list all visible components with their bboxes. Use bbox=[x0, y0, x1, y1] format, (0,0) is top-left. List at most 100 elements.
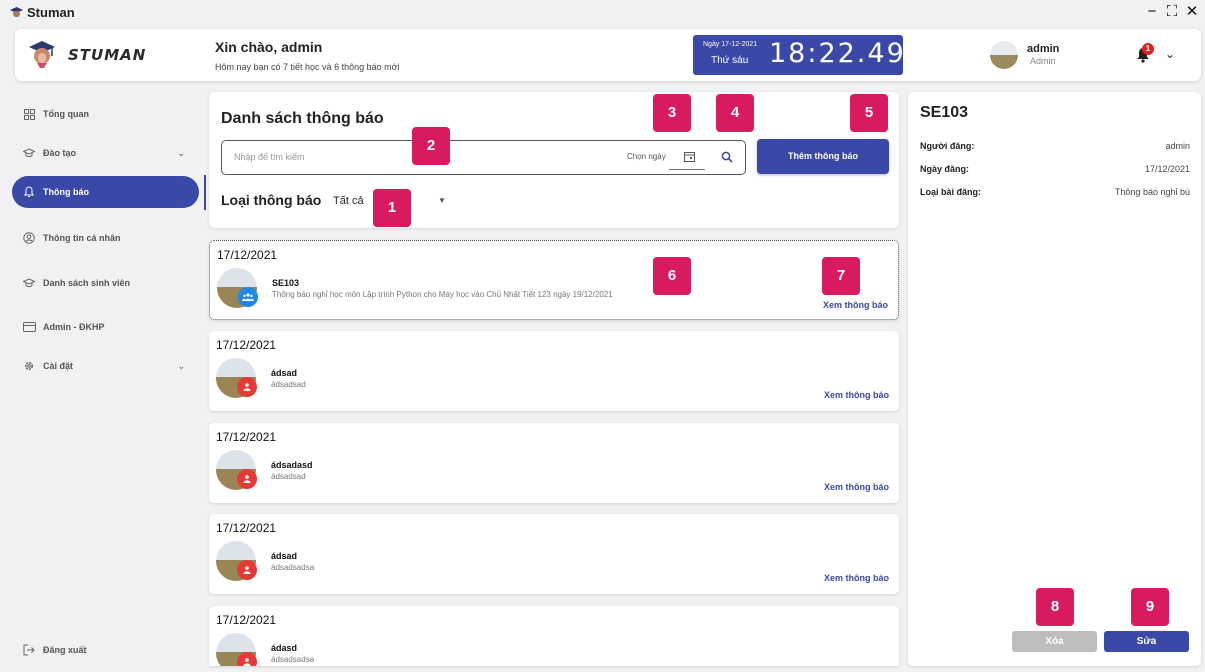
detail-title: SE103 bbox=[920, 104, 969, 121]
person-icon bbox=[237, 469, 257, 489]
user-name[interactable]: admin bbox=[1027, 43, 1059, 55]
sidebar-item-label: Admin - ĐKHP bbox=[43, 322, 105, 332]
card-title: ádsad bbox=[271, 368, 298, 378]
notification-list-header: Danh sách thông báo Nhập để tìm kiếm Chọ… bbox=[209, 92, 899, 228]
card-title: SE103 bbox=[272, 278, 300, 288]
edit-button[interactable]: Sửa bbox=[1104, 631, 1189, 652]
add-notification-button[interactable]: Thêm thông báo bbox=[757, 139, 889, 174]
sidebar-item-admin-dkhp[interactable]: Admin - ĐKHP bbox=[12, 311, 199, 343]
card-title: ádsadasd bbox=[271, 460, 313, 470]
sidebar-item-training[interactable]: Đào tạo ⌄ bbox=[12, 137, 199, 169]
sidebar-item-label: Đào tạo bbox=[43, 148, 77, 158]
app-header: STUMAN Xin chào, admin Hôm nay bạn có 7 … bbox=[15, 29, 1201, 81]
gear-icon bbox=[21, 360, 37, 372]
marker-8: 8 bbox=[1036, 588, 1074, 626]
card-description: Thông báo nghỉ học môn Lập trình Python … bbox=[272, 290, 613, 299]
marker-3: 3 bbox=[653, 94, 691, 132]
view-notification-link[interactable]: Xem thông báo bbox=[823, 300, 888, 310]
detail-key: Người đăng: bbox=[920, 141, 975, 151]
card-date: 17/12/2021 bbox=[217, 248, 278, 262]
greeting-subtext: Hôm nay bạn có 7 tiết học và 6 thông báo… bbox=[215, 62, 400, 72]
clock-time: 18:22.49 bbox=[769, 38, 906, 69]
notification-card[interactable]: 17/12/2021 ádsad ádsadsadsa Xem thông bá… bbox=[209, 514, 899, 594]
date-picker-underline bbox=[669, 169, 705, 170]
minimize-icon[interactable]: − bbox=[1145, 2, 1159, 22]
sidebar-item-label: Tổng quan bbox=[43, 109, 89, 119]
notification-badge: 1 bbox=[1142, 43, 1154, 55]
search-icon[interactable] bbox=[721, 151, 734, 164]
page-title: Danh sách thông báo bbox=[221, 110, 384, 127]
card-date: 17/12/2021 bbox=[216, 430, 277, 444]
card-icon bbox=[21, 322, 37, 332]
grid-icon bbox=[21, 108, 37, 120]
sidebar-item-overview[interactable]: Tổng quan bbox=[12, 98, 199, 130]
sidebar-item-profile[interactable]: Thông tin cá nhân bbox=[12, 222, 199, 254]
type-filter-select[interactable]: Tất cả bbox=[333, 195, 364, 207]
clock-widget: Ngày 17-12-2021 Thứ sáu 18:22.49 bbox=[693, 35, 906, 75]
detail-value: Thông báo nghỉ bù bbox=[1114, 187, 1190, 197]
card-title: ádsad bbox=[271, 551, 298, 561]
marker-1: 1 bbox=[373, 189, 411, 227]
sidebar-item-label: Danh sách sinh viên bbox=[43, 278, 131, 288]
card-description: ádsadsad bbox=[271, 380, 306, 389]
marker-9: 9 bbox=[1131, 588, 1169, 626]
notification-detail-panel: SE103 Người đăng: admin Ngày đăng: 17/12… bbox=[908, 92, 1201, 666]
app-icon bbox=[9, 6, 23, 20]
view-notification-link[interactable]: Xem thông báo bbox=[824, 573, 889, 583]
maximize-icon[interactable]: ⛶ bbox=[1165, 2, 1179, 22]
logout-icon bbox=[21, 644, 37, 656]
sidebar-item-students[interactable]: Danh sách sinh viên bbox=[12, 267, 199, 299]
detail-row-date: Ngày đăng: 17/12/2021 bbox=[920, 164, 1190, 174]
type-filter-label: Loại thông báo bbox=[221, 192, 322, 208]
sidebar-item-label: Cài đặt bbox=[43, 361, 74, 371]
logout-button[interactable]: Đăng xuất bbox=[12, 634, 199, 666]
calendar-icon[interactable] bbox=[684, 151, 696, 163]
chevron-down-icon: ⌄ bbox=[177, 147, 185, 158]
clock-date: Ngày 17-12-2021 bbox=[703, 41, 758, 48]
date-picker-label[interactable]: Chọn ngày bbox=[627, 152, 666, 161]
window-controls: − ⛶ ✕ bbox=[1145, 2, 1199, 22]
delete-button[interactable]: Xóa bbox=[1012, 631, 1097, 652]
search-input[interactable]: Nhập để tìm kiếm Chọn ngày bbox=[221, 140, 746, 175]
notification-card[interactable]: 17/12/2021 SE103 Thông báo nghỉ học môn … bbox=[209, 240, 899, 320]
person-icon bbox=[237, 560, 257, 580]
view-notification-link[interactable]: Xem thông báo bbox=[824, 390, 889, 400]
search-placeholder: Nhập để tìm kiếm bbox=[234, 152, 305, 162]
notification-card[interactable]: 17/12/2021 ádasd ádsadsadsa bbox=[209, 606, 899, 666]
clock-day: Thứ sáu bbox=[711, 55, 749, 66]
close-icon[interactable]: ✕ bbox=[1185, 2, 1199, 22]
sidebar-item-settings[interactable]: Cài đặt ⌄ bbox=[12, 350, 199, 382]
dropdown-arrow-icon[interactable]: ▼ bbox=[438, 196, 446, 205]
sidebar-item-notifications[interactable]: Thông báo bbox=[12, 176, 199, 208]
sidebar-active-indicator bbox=[204, 175, 206, 210]
card-date: 17/12/2021 bbox=[216, 521, 277, 535]
graduation-cap-icon bbox=[21, 148, 37, 158]
detail-value: admin bbox=[1165, 141, 1190, 151]
avatar[interactable] bbox=[990, 41, 1018, 69]
sidebar-item-label: Thông báo bbox=[43, 187, 89, 197]
card-date: 17/12/2021 bbox=[216, 338, 277, 352]
person-icon bbox=[237, 377, 257, 397]
user-circle-icon bbox=[21, 232, 37, 244]
bell-icon bbox=[21, 186, 37, 198]
graduation-cap-icon bbox=[21, 278, 37, 288]
notification-card[interactable]: 17/12/2021 ádsad ádsadsad Xem thông báo bbox=[209, 331, 899, 411]
sidebar-item-label: Thông tin cá nhân bbox=[43, 233, 121, 243]
marker-6: 6 bbox=[653, 257, 691, 295]
detail-value: 17/12/2021 bbox=[1144, 164, 1190, 174]
user-role: Admin bbox=[1030, 56, 1056, 66]
marker-7: 7 bbox=[822, 257, 860, 295]
logo-text: STUMAN bbox=[68, 46, 147, 64]
card-description: ádsadsadsa bbox=[271, 655, 315, 664]
detail-key: Loại bài đăng: bbox=[920, 187, 982, 197]
view-notification-link[interactable]: Xem thông báo bbox=[824, 482, 889, 492]
detail-row-author: Người đăng: admin bbox=[920, 141, 1190, 151]
detail-row-type: Loại bài đăng: Thông báo nghỉ bù bbox=[920, 187, 1190, 197]
card-description: ádsadsad bbox=[271, 472, 306, 481]
notification-card[interactable]: 17/12/2021 ádsadasd ádsadsad Xem thông b… bbox=[209, 423, 899, 503]
chevron-down-icon[interactable]: ⌄ bbox=[1165, 47, 1175, 61]
marker-4: 4 bbox=[716, 94, 754, 132]
marker-5: 5 bbox=[850, 94, 888, 132]
greeting-title: Xin chào, admin bbox=[215, 39, 323, 55]
card-description: ádsadsadsa bbox=[271, 563, 315, 572]
